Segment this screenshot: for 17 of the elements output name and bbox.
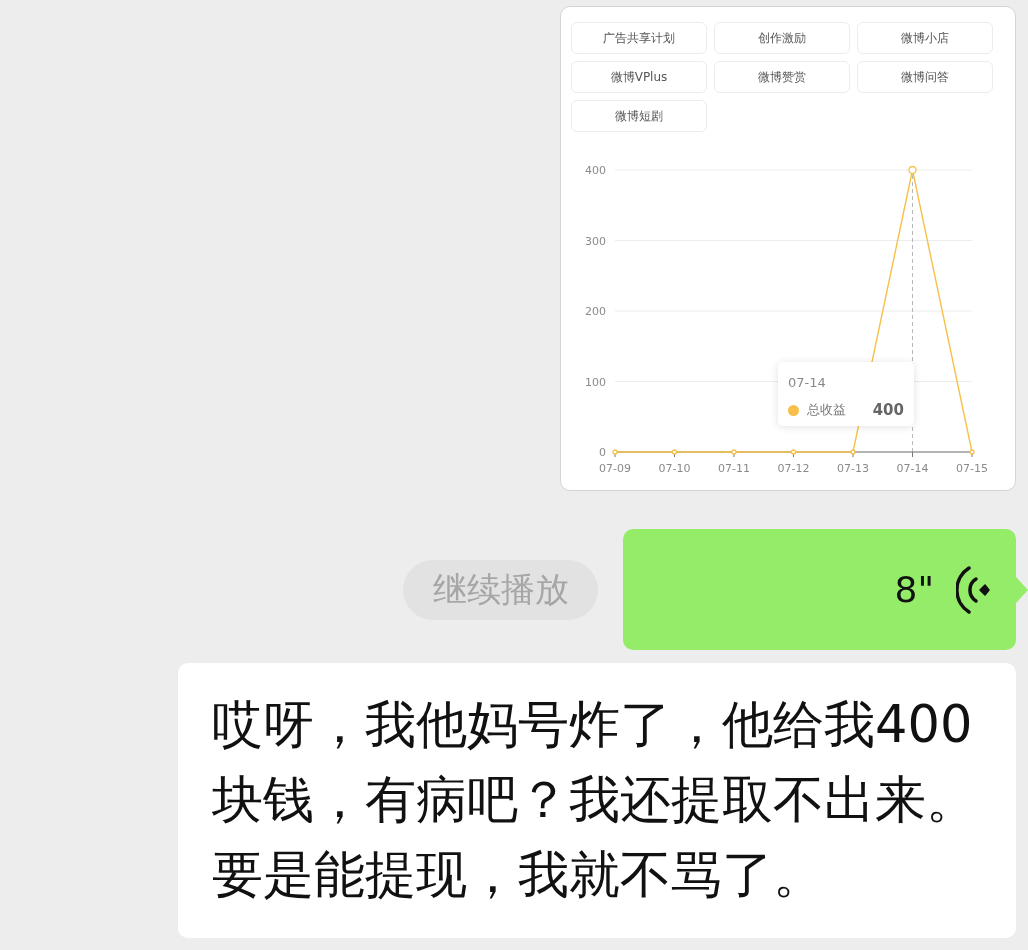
message-text: 哎呀，我他妈号炸了，他给我400块钱，有病吧？我还提取不出来。要是能提现，我就不骂了。 [212, 694, 978, 906]
y-axis-label: 400 [585, 164, 606, 177]
y-axis-label: 0 [599, 446, 606, 459]
tooltip-value: 400 [872, 402, 904, 418]
y-axis-label: 100 [585, 375, 606, 389]
x-axis-label: 07-11 [718, 462, 750, 475]
y-axis-label: 300 [585, 234, 606, 248]
tooltip-date: 07-14 [788, 375, 826, 391]
tooltip-series-name: 总收益 [807, 402, 846, 418]
x-axis-label: 07-15 [956, 462, 988, 475]
y-axis-label: 200 [585, 305, 606, 318]
x-axis-label: 07-12 [777, 462, 810, 475]
x-axis-label: 07-14 [896, 462, 929, 475]
x-axis-label: 07-10 [658, 462, 691, 475]
x-axis-label: 07-13 [837, 462, 869, 475]
x-axis-label: 07-09 [599, 462, 631, 475]
voice-duration: 8" [894, 569, 934, 610]
